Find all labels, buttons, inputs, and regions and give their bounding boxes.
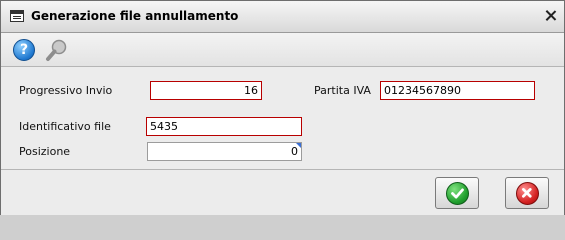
search-icon[interactable] (45, 38, 69, 62)
posizione-label: Posizione (19, 145, 71, 158)
confirm-button[interactable] (435, 177, 479, 209)
partita-iva-field[interactable]: 01234567890 (380, 81, 535, 100)
title-bar[interactable]: Generazione file annullamento (1, 1, 564, 33)
toolbar: ? (1, 33, 564, 67)
identificativo-file-label: Identificativo file (19, 120, 111, 133)
partita-iva-label: Partita IVA (314, 84, 371, 97)
window-title: Generazione file annullamento (31, 9, 239, 23)
button-bar (1, 169, 564, 215)
identificativo-file-field[interactable]: 5435 (146, 117, 302, 136)
progressivo-invio-field[interactable]: 16 (150, 81, 262, 100)
corner-marker-icon (296, 143, 301, 148)
help-icon[interactable]: ? (13, 39, 35, 61)
progressivo-invio-label: Progressivo Invio (19, 84, 113, 97)
close-icon[interactable] (545, 10, 556, 21)
cancel-icon (516, 182, 539, 205)
posizione-field[interactable]: 0 (147, 142, 302, 161)
dialog-window: Generazione file annullamento ? Progress… (0, 0, 565, 215)
check-icon (446, 182, 469, 205)
window-icon (10, 10, 24, 22)
cancel-button[interactable] (505, 177, 549, 209)
form-panel: Progressivo Invio 16 Partita IVA 0123456… (1, 67, 564, 170)
